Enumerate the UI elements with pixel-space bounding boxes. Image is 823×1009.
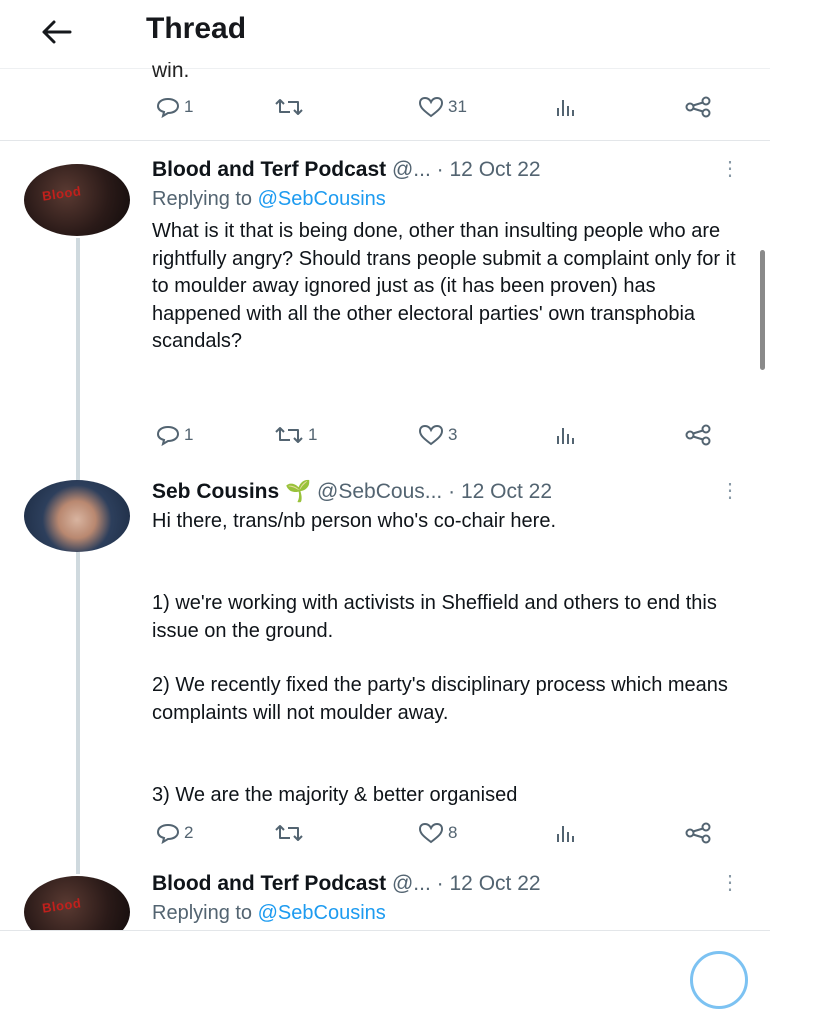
replying-to: Replying to @SebCousins: [152, 188, 386, 211]
share-button[interactable]: [684, 420, 714, 450]
arrow-left-icon: [42, 20, 72, 44]
more-button[interactable]: ⋮: [720, 156, 740, 181]
more-icon: ⋮: [720, 872, 740, 894]
retweet-count: 1: [308, 425, 318, 444]
like-count: 31: [448, 97, 467, 116]
tweet-actions: 2 8: [152, 818, 722, 848]
share-button[interactable]: [684, 818, 714, 848]
avatar[interactable]: Blood: [24, 164, 130, 236]
retweet-button[interactable]: [274, 92, 308, 122]
scrollbar[interactable]: [760, 250, 765, 370]
more-icon: ⋮: [720, 480, 740, 502]
tweet-actions: 1 1 3: [152, 420, 722, 450]
like-button[interactable]: 31: [418, 92, 467, 122]
thread-header: Thread: [0, 0, 770, 69]
reply-icon: [156, 425, 180, 446]
page-title: Thread: [146, 12, 247, 45]
share-icon: [685, 424, 711, 446]
heart-icon: [418, 822, 444, 844]
tweet-text: What is it that is being done, other tha…: [152, 220, 736, 352]
author-handle[interactable]: @SebCous...: [317, 480, 442, 503]
replying-to-link[interactable]: @SebCousins: [258, 188, 386, 210]
reply-button[interactable]: 2: [156, 818, 193, 848]
tweet-text-line: 2) We recently fixed the party's discipl…: [152, 674, 728, 724]
replying-to: Replying to @SebCousins: [152, 902, 386, 925]
views-icon: [557, 428, 574, 444]
separator: ·: [448, 480, 456, 503]
share-icon: [685, 96, 711, 118]
replying-prefix: Replying to: [152, 188, 253, 210]
views-button[interactable]: [554, 818, 578, 848]
views-icon: [557, 100, 574, 116]
replying-prefix: Replying to: [152, 902, 253, 924]
separator: ·: [436, 158, 444, 181]
heart-icon: [418, 424, 444, 446]
tweet-text-line: 1) we're working with activists in Sheff…: [152, 592, 717, 642]
tweet-header: Blood and Terf Podcast @... · 12 Oct 22: [152, 872, 541, 896]
reply-count: 1: [184, 97, 194, 116]
reply-count: 1: [184, 425, 194, 444]
author-name[interactable]: Blood and Terf Podcast: [152, 872, 386, 895]
back-button[interactable]: [34, 14, 78, 50]
author-name[interactable]: Blood and Terf Podcast: [152, 158, 386, 181]
tweet-text-line: 3) We are the majority & better organise…: [152, 784, 518, 806]
like-button[interactable]: 3: [418, 420, 457, 450]
thread-line: [76, 238, 80, 874]
more-icon: ⋮: [720, 158, 740, 180]
avatar-logo-text: Blood: [41, 183, 83, 204]
tweet-text-line: Hi there, trans/nb person who's co-chair…: [152, 510, 557, 532]
truncated-tweet-text: win.: [152, 62, 190, 78]
views-button[interactable]: [554, 420, 578, 450]
avatar[interactable]: [24, 480, 130, 552]
retweet-icon: [275, 99, 303, 115]
tweet-actions: 1 31: [152, 92, 722, 122]
heart-icon: [418, 96, 444, 118]
compose-button[interactable]: [690, 951, 748, 1009]
reply-icon: [156, 823, 180, 844]
retweet-icon: [275, 825, 303, 841]
retweet-button[interactable]: 1: [274, 420, 317, 450]
more-button[interactable]: ⋮: [720, 478, 740, 503]
share-icon: [685, 822, 711, 844]
like-count: 3: [448, 425, 458, 444]
views-button[interactable]: [554, 92, 578, 122]
tweet-date[interactable]: 12 Oct 22: [450, 872, 541, 895]
retweet-icon: [275, 427, 303, 443]
avatar-logo-text: Blood: [41, 895, 83, 916]
separator: ·: [436, 872, 444, 895]
reply-composer-bar[interactable]: [0, 930, 770, 1009]
views-icon: [557, 826, 574, 842]
tweet-header: Blood and Terf Podcast @... · 12 Oct 22: [152, 158, 541, 182]
author-handle[interactable]: @...: [392, 158, 431, 181]
author-handle[interactable]: @...: [392, 872, 431, 895]
like-count: 8: [448, 823, 458, 842]
like-button[interactable]: 8: [418, 818, 457, 848]
reply-icon: [156, 97, 180, 118]
tweet-date[interactable]: 12 Oct 22: [461, 480, 552, 503]
reply-count: 2: [184, 823, 194, 842]
share-button[interactable]: [684, 92, 714, 122]
reply-button[interactable]: 1: [156, 420, 193, 450]
more-button[interactable]: ⋮: [720, 870, 740, 895]
tweet-header: Seb Cousins 🌱 @SebCous... · 12 Oct 22: [152, 480, 552, 504]
divider: [0, 140, 770, 141]
tweet-date[interactable]: 12 Oct 22: [450, 158, 541, 181]
author-name[interactable]: Seb Cousins: [152, 480, 279, 503]
replying-to-link[interactable]: @SebCousins: [258, 902, 386, 924]
retweet-button[interactable]: [274, 818, 308, 848]
reply-button[interactable]: 1: [156, 92, 193, 122]
sprout-badge-icon: 🌱: [285, 480, 312, 503]
